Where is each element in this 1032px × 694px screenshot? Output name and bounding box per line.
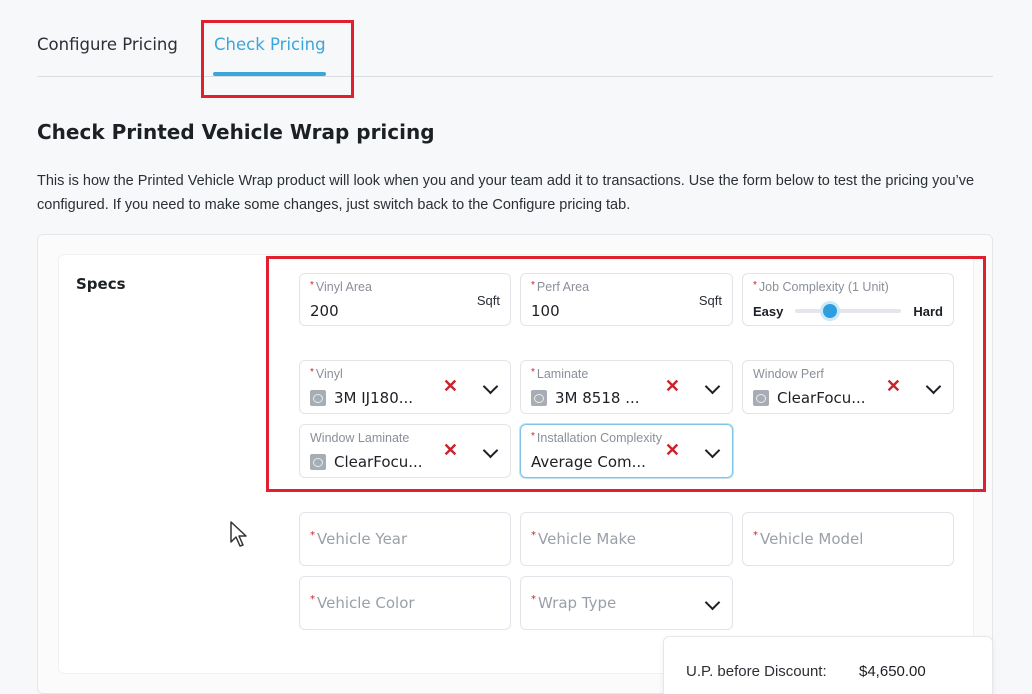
installation-complexity-select[interactable]: * Installation Complexity Average Com... …	[520, 424, 733, 478]
vinyl-label: Vinyl	[315, 367, 343, 381]
slider-min-label: Easy	[753, 303, 784, 319]
specs-label: Specs	[76, 275, 126, 293]
chevron-down-icon[interactable]	[704, 594, 721, 611]
job-complexity-field: * Job Complexity (1 Unit) Easy Hard	[742, 273, 954, 326]
vehicle-make-field[interactable]: * Vehicle Make	[520, 512, 733, 566]
chevron-down-icon[interactable]	[482, 378, 499, 395]
mouse-cursor-icon	[230, 521, 247, 547]
slider-max-label: Hard	[913, 303, 943, 319]
window-perf-label: Window Perf	[753, 367, 824, 381]
installation-complexity-value: Average Com...	[531, 453, 646, 471]
unit-price-label: U.P. before Discount:	[686, 663, 827, 680]
image-placeholder-icon	[310, 390, 326, 406]
slider-thumb[interactable]	[823, 304, 838, 318]
vinyl-area-label: Vinyl Area	[315, 280, 372, 294]
perf-area-field[interactable]: * Perf Area 100 Sqft	[520, 273, 733, 326]
laminate-select[interactable]: * Laminate 3M 8518 ... ✕	[520, 360, 733, 414]
perf-area-unit: Sqft	[698, 293, 722, 308]
clear-icon[interactable]: ✕	[665, 440, 680, 461]
vehicle-year-placeholder: Vehicle Year	[317, 530, 408, 548]
chevron-down-icon[interactable]	[925, 378, 942, 395]
clear-icon[interactable]: ✕	[443, 376, 458, 397]
image-placeholder-icon	[310, 454, 326, 470]
image-placeholder-icon	[531, 390, 547, 406]
vinyl-area-field[interactable]: * Vinyl Area 200 Sqft	[299, 273, 511, 326]
page-title: Check Printed Vehicle Wrap pricing	[37, 120, 435, 144]
laminate-label: Laminate	[536, 367, 589, 381]
vehicle-year-field[interactable]: * Vehicle Year	[299, 512, 511, 566]
clear-icon[interactable]: ✕	[665, 376, 680, 397]
chevron-down-icon[interactable]	[704, 442, 721, 459]
perf-area-label: Perf Area	[536, 280, 590, 294]
vinyl-area-unit: Sqft	[476, 293, 500, 308]
image-placeholder-icon	[753, 390, 769, 406]
window-perf-value: ClearFocu...	[777, 389, 866, 407]
clear-icon[interactable]: ✕	[443, 440, 458, 461]
wrap-type-placeholder: Wrap Type	[538, 594, 617, 612]
clear-icon[interactable]: ✕	[886, 376, 901, 397]
window-laminate-value: ClearFocu...	[334, 453, 423, 471]
vehicle-model-field[interactable]: * Vehicle Model	[742, 512, 954, 566]
chevron-down-icon[interactable]	[704, 378, 721, 395]
window-laminate-label: Window Laminate	[310, 431, 410, 445]
job-complexity-slider[interactable]	[795, 304, 902, 318]
job-complexity-label: Job Complexity (1 Unit)	[758, 280, 889, 294]
vehicle-color-placeholder: Vehicle Color	[317, 594, 415, 612]
vehicle-make-placeholder: Vehicle Make	[538, 530, 636, 548]
perf-area-value[interactable]: 100	[531, 302, 560, 320]
active-tab-indicator	[213, 72, 326, 76]
window-perf-select[interactable]: Window Perf ClearFocu... ✕	[742, 360, 954, 414]
vinyl-value: 3M IJ180...	[334, 389, 414, 407]
laminate-value: 3M 8518 ...	[555, 389, 640, 407]
wrap-type-select[interactable]: * Wrap Type	[520, 576, 733, 630]
window-laminate-select[interactable]: Window Laminate ClearFocu... ✕	[299, 424, 511, 478]
tab-check-pricing[interactable]: Check Pricing	[214, 35, 326, 54]
vehicle-color-field[interactable]: * Vehicle Color	[299, 576, 511, 630]
tab-bar: Configure Pricing Check Pricing	[37, 0, 993, 77]
price-summary-card: U.P. before Discount: $4,650.00	[663, 636, 993, 694]
vinyl-select[interactable]: * Vinyl 3M IJ180... ✕	[299, 360, 511, 414]
unit-price-value: $4,650.00	[859, 663, 926, 680]
vinyl-area-value[interactable]: 200	[310, 302, 339, 320]
installation-complexity-label: Installation Complexity	[536, 431, 662, 445]
page-description: This is how the Printed Vehicle Wrap pro…	[37, 173, 975, 213]
tab-configure-pricing[interactable]: Configure Pricing	[37, 35, 178, 54]
vehicle-model-placeholder: Vehicle Model	[760, 530, 864, 548]
chevron-down-icon[interactable]	[482, 442, 499, 459]
